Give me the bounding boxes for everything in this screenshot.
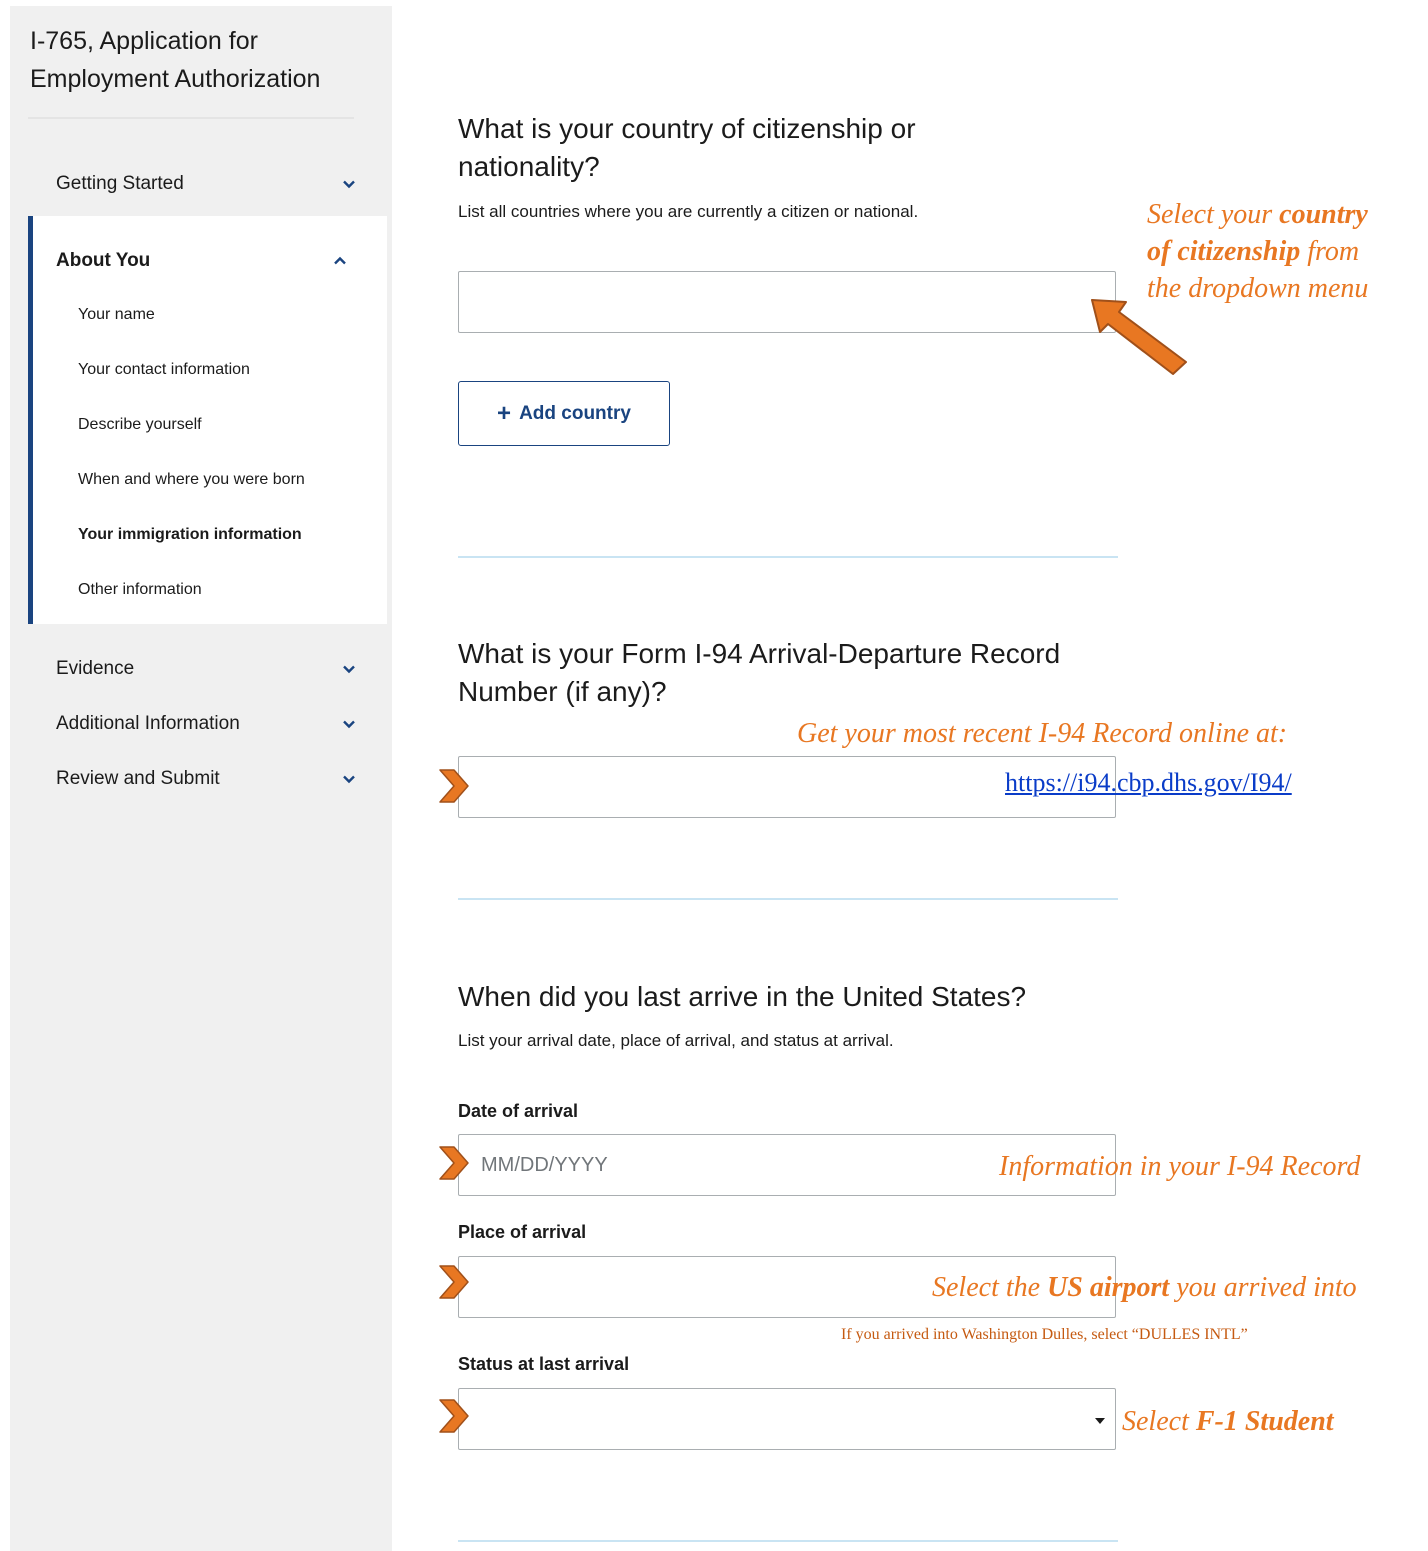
sidebar-subitem-your-name[interactable]: Your name xyxy=(78,302,155,328)
sidebar-item-evidence[interactable]: Evidence xyxy=(56,653,356,685)
caret-down-icon xyxy=(1095,1418,1105,1424)
arrival-hint: List your arrival date, place of arrival… xyxy=(458,1031,894,1050)
sidebar-item-label: Getting Started xyxy=(56,173,184,194)
sidebar-section-about-you: About You Your name Your contact informa… xyxy=(28,216,387,624)
sidebar-item-label: Additional Information xyxy=(56,713,240,734)
plus-icon: + xyxy=(497,399,512,427)
citizenship-hint: List all countries where you are current… xyxy=(458,202,919,221)
section-divider xyxy=(458,898,1118,900)
sidebar-item-label: Evidence xyxy=(56,658,135,679)
chevron-marker-icon xyxy=(439,1399,469,1433)
chevron-down-icon xyxy=(343,665,355,674)
country-note-line2: of citizenship from xyxy=(1147,236,1360,267)
arrival-question: When did you last arrive in the United S… xyxy=(458,981,1027,1012)
country-input[interactable] xyxy=(458,271,1116,333)
sidebar-item-label: About You xyxy=(56,250,151,271)
chevron-down-icon xyxy=(343,720,355,729)
date-of-arrival-label: Date of arrival xyxy=(458,1101,579,1121)
country-note-line1: Select your country xyxy=(1147,199,1368,230)
add-country-label: Add country xyxy=(519,402,631,424)
section-divider xyxy=(458,556,1118,558)
sidebar-divider xyxy=(28,117,354,119)
add-country-button[interactable]: + Add country xyxy=(458,381,670,446)
citizenship-question: What is your country of citizenship or n… xyxy=(458,113,916,182)
app-title: I-765, Application for Employment Author… xyxy=(30,27,321,93)
status-at-arrival-select[interactable] xyxy=(458,1388,1116,1450)
arrow-icon xyxy=(1091,299,1187,375)
sidebar-item-additional-information[interactable]: Additional Information xyxy=(56,708,356,740)
status-at-arrival-label: Status at last arrival xyxy=(458,1354,630,1374)
sidebar-subitem-immigration-information[interactable]: Your immigration information xyxy=(78,522,302,548)
place-note: Select the US airport you arrived into xyxy=(932,1272,1357,1303)
i94-question: What is your Form I-94 Arrival-Departure… xyxy=(458,638,1061,707)
chevron-marker-icon xyxy=(439,1146,469,1180)
sidebar-item-about-you[interactable]: About You xyxy=(56,245,346,277)
sidebar-subitem-other-information[interactable]: Other information xyxy=(78,577,202,603)
date-note: Information in your I-94 Record xyxy=(999,1151,1361,1182)
chevron-marker-icon xyxy=(439,769,469,803)
chevron-marker-icon xyxy=(439,1265,469,1299)
sidebar-subitem-contact-information[interactable]: Your contact information xyxy=(78,357,250,383)
place-of-arrival-label: Place of arrival xyxy=(458,1222,587,1242)
sidebar-item-review-and-submit[interactable]: Review and Submit xyxy=(56,763,356,795)
chevron-up-icon xyxy=(334,256,346,265)
place-small-note: If you arrived into Washington Dulles, s… xyxy=(841,1326,1248,1343)
status-note: Select F-1 Student xyxy=(1122,1406,1334,1437)
i94-link[interactable]: https://i94.cbp.dhs.gov/I94/ xyxy=(1005,768,1292,798)
sidebar-subitem-describe-yourself[interactable]: Describe yourself xyxy=(78,412,202,438)
i94-note: Get your most recent I-94 Record online … xyxy=(797,718,1288,749)
sidebar-item-getting-started[interactable]: Getting Started xyxy=(56,168,356,200)
sidebar-item-label: Review and Submit xyxy=(56,768,220,789)
chevron-down-icon xyxy=(343,775,355,784)
section-divider xyxy=(458,1540,1118,1542)
sidebar-subitem-when-where-born[interactable]: When and where you were born xyxy=(78,467,305,493)
chevron-down-icon xyxy=(343,180,355,189)
